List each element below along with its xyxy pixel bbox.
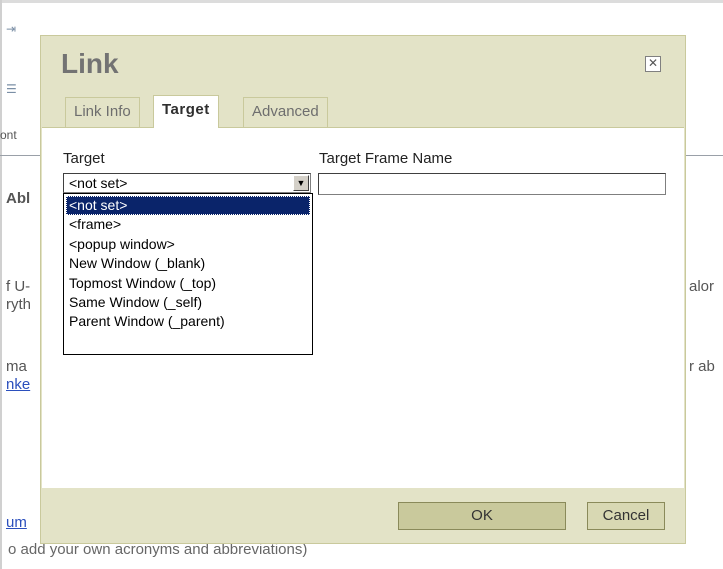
indent-icon: ⇥ <box>6 22 17 36</box>
list-icon: ☰ <box>6 82 17 96</box>
frame-name-input[interactable] <box>318 173 666 195</box>
target-label: Target <box>63 150 105 167</box>
target-dropdown-list: <not set> <frame> <popup window> New Win… <box>63 193 313 355</box>
bg-link[interactable]: nke <box>6 376 30 393</box>
target-option-parent[interactable]: Parent Window (_parent) <box>66 312 310 331</box>
link-dialog: Link ✕ Link Info Target Advanced Target … <box>40 35 686 544</box>
bg-link[interactable]: um <box>6 514 27 531</box>
target-select-value: <not set> <box>69 175 128 191</box>
bg-body-text: r ab <box>689 358 715 375</box>
target-option-self[interactable]: Same Window (_self) <box>66 293 310 312</box>
page-top-border <box>0 0 723 3</box>
target-option-popup[interactable]: <popup window> <box>66 235 310 254</box>
bg-heading-text: Abl <box>6 190 31 207</box>
ok-button[interactable]: OK <box>398 502 566 530</box>
bg-body-text: ma <box>6 358 27 375</box>
tab-target[interactable]: Target <box>153 95 219 128</box>
bg-body-text: ryth <box>6 296 32 313</box>
tab-link-info[interactable]: Link Info <box>65 97 140 127</box>
target-option-not-set[interactable]: <not set> <box>66 196 310 216</box>
bg-body-text: f U- <box>6 278 31 295</box>
target-option-blank[interactable]: New Window (_blank) <box>66 254 310 273</box>
frame-name-label: Target Frame Name <box>319 150 453 167</box>
target-option-frame[interactable]: <frame> <box>66 215 310 234</box>
cancel-button[interactable]: Cancel <box>587 502 665 530</box>
target-option-top[interactable]: Topmost Window (_top) <box>66 274 310 293</box>
target-select[interactable]: <not set> ▼ <box>63 173 311 193</box>
bg-body-text: alor <box>689 278 715 295</box>
target-panel: Target Target Frame Name <not set> ▼ <no… <box>42 127 684 488</box>
page-left-border <box>0 0 2 569</box>
tab-advanced[interactable]: Advanced <box>243 97 328 127</box>
dialog-title: Link <box>61 48 119 79</box>
bg-toolbar-text: ont <box>0 128 17 142</box>
chevron-down-icon[interactable]: ▼ <box>293 175 309 191</box>
close-icon[interactable]: ✕ <box>645 56 661 72</box>
